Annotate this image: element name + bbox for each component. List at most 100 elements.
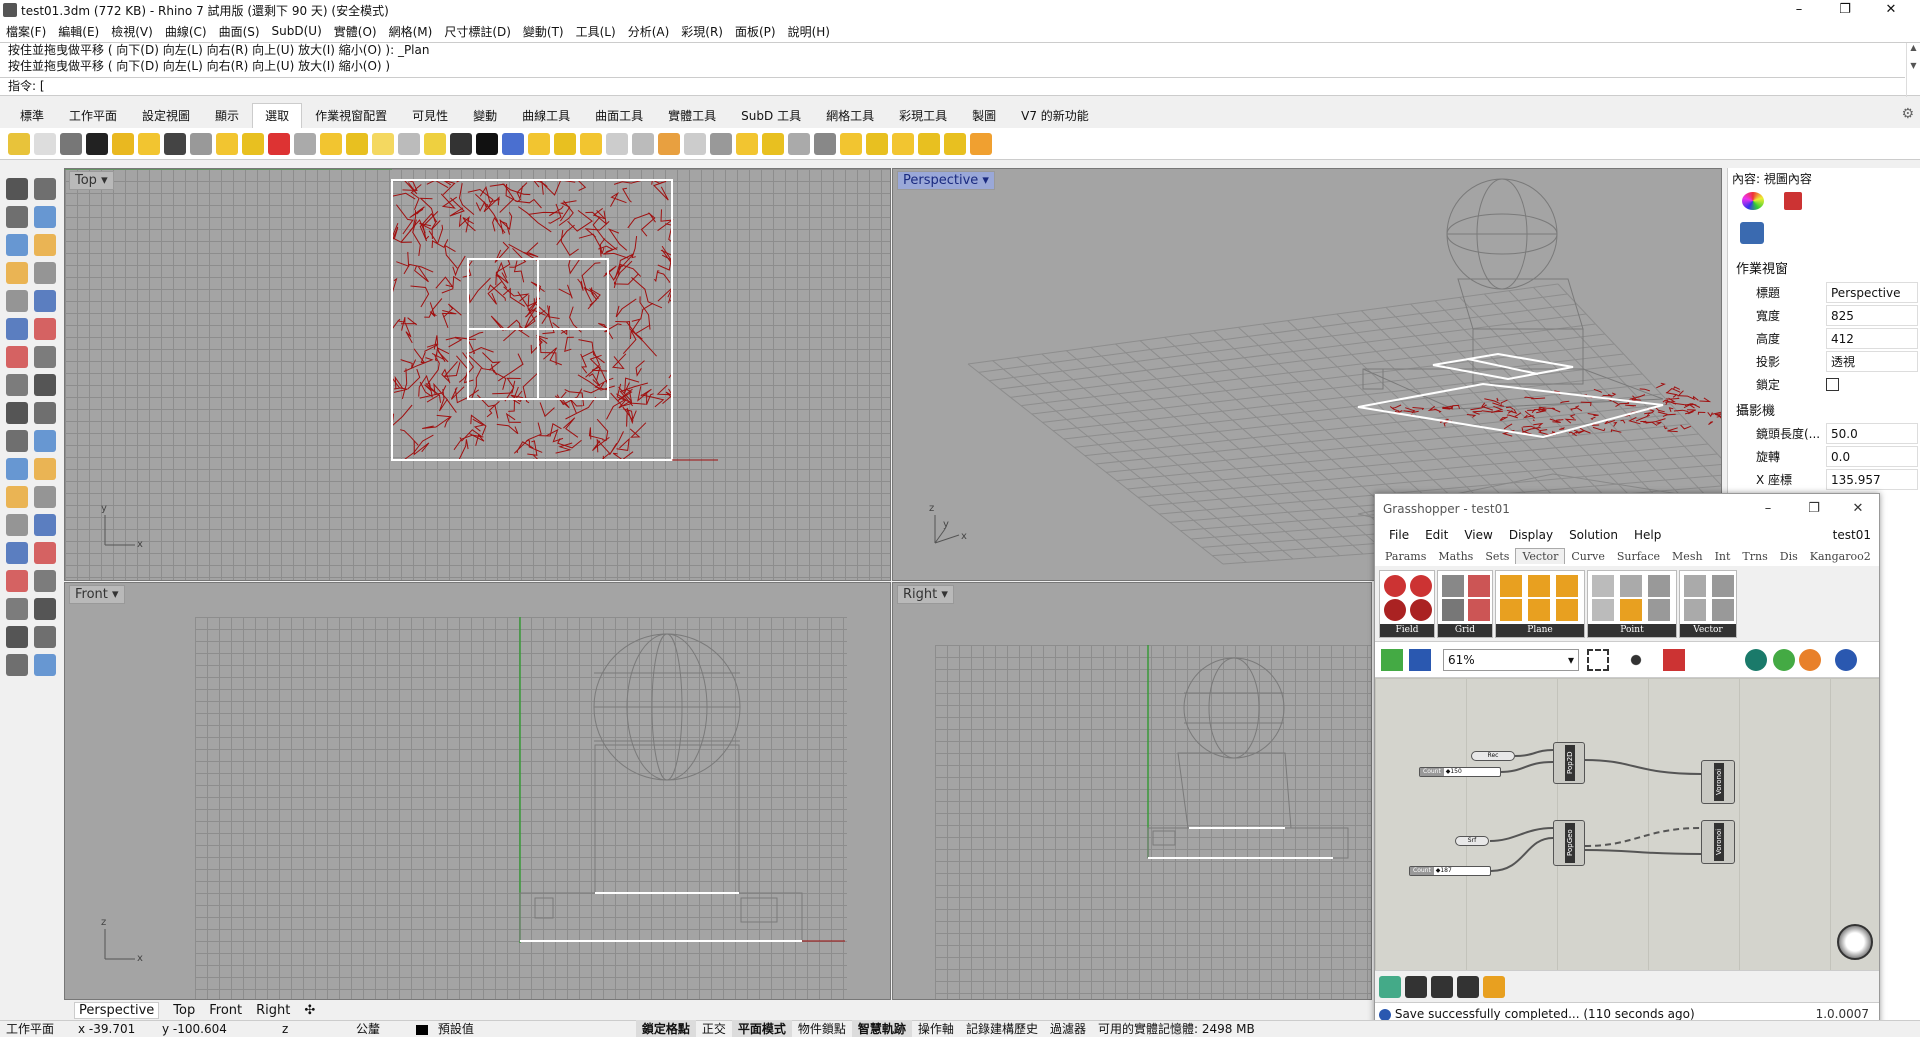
tab-select[interactable]: 選取	[252, 103, 302, 128]
plane-icon[interactable]	[1556, 575, 1578, 597]
select-crossing-icon[interactable]	[866, 133, 888, 155]
left-tool-icon[interactable]	[34, 570, 56, 592]
left-tool-icon[interactable]	[6, 598, 28, 620]
preview-settings-icon[interactable]	[1835, 649, 1857, 671]
select-dim-icon[interactable]	[554, 133, 576, 155]
menu-edit[interactable]: 編輯(E)	[52, 23, 105, 40]
point-icon[interactable]	[1620, 575, 1642, 597]
tab-subd-tools[interactable]: SubD 工具	[729, 104, 813, 128]
left-tool-icon[interactable]	[6, 486, 28, 508]
select-curve-icon[interactable]	[164, 133, 186, 155]
tab-curve-tools[interactable]: 曲線工具	[510, 104, 582, 128]
gh-tab-trns[interactable]: Trns	[1736, 549, 1773, 564]
status-units[interactable]: 公釐	[350, 1020, 410, 1037]
save-icon[interactable]	[1409, 649, 1431, 671]
tab-render-tools[interactable]: 彩現工具	[887, 104, 959, 128]
point-icon[interactable]	[1592, 575, 1614, 597]
gh-menu-edit[interactable]: Edit	[1417, 528, 1456, 542]
plane-icon[interactable]	[1500, 599, 1522, 621]
plane-icon[interactable]	[1556, 599, 1578, 621]
tab-visibility[interactable]: 可見性	[400, 104, 460, 128]
left-tool-icon[interactable]	[34, 458, 56, 480]
gh-voronoi-component-1[interactable]: Voronoi	[1701, 760, 1735, 804]
select-solid-icon[interactable]	[242, 133, 264, 155]
grid-icon[interactable]	[1468, 599, 1490, 621]
menu-curve[interactable]: 曲線(C)	[159, 23, 213, 40]
left-tool-icon[interactable]	[34, 626, 56, 648]
viewport-tab-perspective[interactable]: Perspective	[74, 1002, 159, 1019]
gh-menu-solution[interactable]: Solution	[1561, 528, 1626, 542]
gh-tab-mesh[interactable]: Mesh	[1666, 549, 1709, 564]
menu-surface[interactable]: 曲面(S)	[213, 23, 266, 40]
left-tool-icon[interactable]	[6, 458, 28, 480]
preview-eye-icon[interactable]	[1625, 649, 1647, 671]
left-tool-icon[interactable]	[34, 262, 56, 284]
menu-analyze[interactable]: 分析(A)	[622, 23, 676, 40]
toggle-gumball[interactable]: 操作軸	[912, 1020, 960, 1037]
field-icon[interactable]	[1384, 575, 1406, 597]
gh-count-slider[interactable]: Count ◆150	[1419, 767, 1501, 777]
left-tool-icon[interactable]	[34, 654, 56, 676]
select-lights-icon[interactable]	[190, 133, 212, 155]
gh-tab-curve[interactable]: Curve	[1565, 549, 1610, 564]
left-tool-icon[interactable]	[6, 654, 28, 676]
select-fence-icon[interactable]	[814, 133, 836, 155]
display-mode-icon[interactable]	[1745, 649, 1767, 671]
gh-rec-param[interactable]: Rec	[1471, 751, 1515, 761]
left-tool-icon[interactable]	[6, 374, 28, 396]
select-curves-icon[interactable]	[34, 133, 56, 155]
gh-tab-vector[interactable]: Vector	[1515, 548, 1565, 564]
gh-minimize-button[interactable]: –	[1745, 494, 1791, 524]
toggle-history[interactable]: 記錄建構歷史	[960, 1020, 1044, 1037]
gh-canvas[interactable]: Rec Count ◆150 Pop2D Voronoi Srf Count ◆…	[1375, 678, 1879, 970]
left-tool-icon[interactable]	[34, 346, 56, 368]
select-dups-icon[interactable]	[398, 133, 420, 155]
select-layer-icon[interactable]	[346, 133, 368, 155]
tab-cplanes[interactable]: 工作平面	[57, 104, 129, 128]
tab-transform[interactable]: 變動	[461, 104, 509, 128]
status-cplane[interactable]: 工作平面	[0, 1020, 72, 1037]
vector-icon[interactable]	[1712, 599, 1734, 621]
gh-tab-params[interactable]: Params	[1379, 549, 1432, 564]
gh-popgeo-component[interactable]: PopGeo	[1553, 820, 1585, 866]
viewport-label-perspective[interactable]: Perspective ▾	[897, 171, 995, 190]
lock-checkbox[interactable]	[1826, 378, 1839, 391]
viewport-tab-right[interactable]: Right	[256, 1003, 290, 1018]
select-all-icon[interactable]	[86, 133, 108, 155]
select-block-icon[interactable]	[216, 133, 238, 155]
left-tool-icon[interactable]	[34, 486, 56, 508]
left-tool-icon[interactable]	[34, 178, 56, 200]
select-box-icon[interactable]	[970, 133, 992, 155]
viewport-right[interactable]: Right ▾	[892, 582, 1372, 1000]
tab-new-in-v7[interactable]: V7 的新功能	[1009, 104, 1101, 128]
left-tool-icon[interactable]	[6, 346, 28, 368]
tab-mesh-tools[interactable]: 網格工具	[814, 104, 886, 128]
toggle-osnap[interactable]: 物件鎖點	[792, 1020, 852, 1037]
select-subd-icon[interactable]	[580, 133, 602, 155]
viewport-tab-top[interactable]: Top	[173, 1003, 195, 1018]
vector-icon[interactable]	[1684, 575, 1706, 597]
camera-icon[interactable]	[1740, 222, 1764, 244]
left-tool-icon[interactable]	[34, 318, 56, 340]
left-tool-icon[interactable]	[6, 402, 28, 424]
gh-tool-icon[interactable]	[1379, 976, 1401, 998]
gh-tab-int[interactable]: Int	[1709, 549, 1737, 564]
select-zoom-icon[interactable]	[788, 133, 810, 155]
tab-standard[interactable]: 標準	[8, 104, 56, 128]
tab-drafting[interactable]: 製圖	[960, 104, 1008, 128]
gh-tab-surface[interactable]: Surface	[1611, 549, 1666, 564]
select-group-icon[interactable]	[736, 133, 758, 155]
gh-tool-icon[interactable]	[1457, 976, 1479, 998]
gh-menu-file[interactable]: File	[1381, 528, 1417, 542]
menu-view[interactable]: 檢視(V)	[105, 23, 159, 40]
select-surface-icon[interactable]	[320, 133, 342, 155]
gh-tab-maths[interactable]: Maths	[1432, 549, 1479, 564]
point-icon[interactable]	[1620, 599, 1642, 621]
status-layer[interactable]: 預設值	[410, 1020, 486, 1037]
color-wheel-icon[interactable]	[1742, 192, 1764, 210]
download-icon[interactable]	[1405, 976, 1427, 998]
field-icon[interactable]	[1410, 575, 1432, 597]
display-mode-icon[interactable]	[1799, 649, 1821, 671]
gh-menu-help[interactable]: Help	[1626, 528, 1669, 542]
zoom-select[interactable]: 61%▾	[1443, 649, 1579, 671]
